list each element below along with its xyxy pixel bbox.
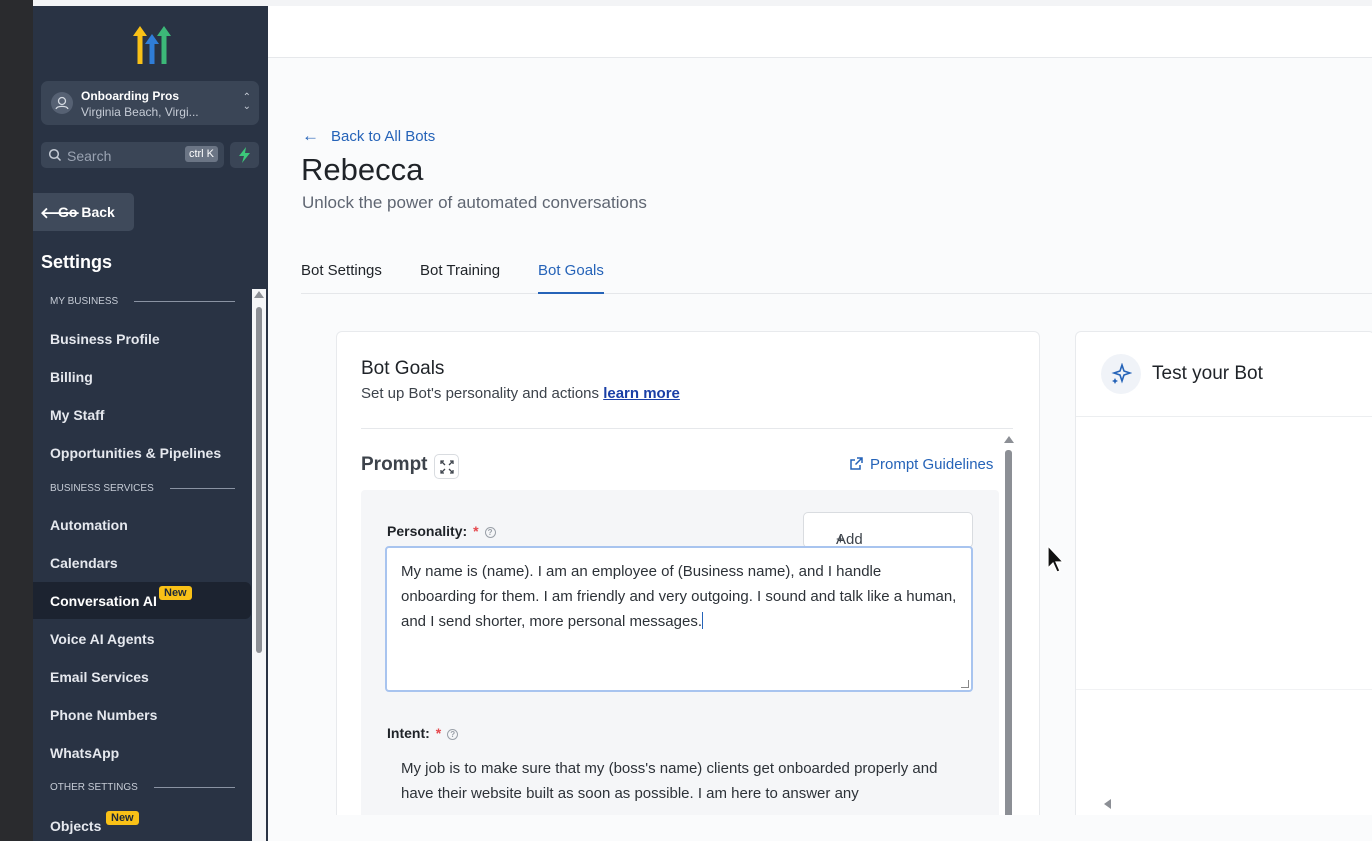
window-left-edge <box>0 0 33 841</box>
prompt-label: Prompt <box>361 454 428 475</box>
sparkle-icon <box>1101 354 1141 394</box>
card-title: Bot Goals <box>361 358 445 379</box>
bottom-area <box>268 815 1372 841</box>
sidebar-item-billing[interactable]: Billing <box>33 358 251 395</box>
sidebar-item-phone-numbers[interactable]: Phone Numbers <box>33 696 251 733</box>
search-input[interactable]: Search ctrl K <box>41 142 224 168</box>
test-bot-title: Test your Bot <box>1152 363 1263 384</box>
sidebar-item-email-services[interactable]: Email Services <box>33 658 251 695</box>
sidebar-item-objects[interactable]: Objects New <box>33 807 251 841</box>
expand-icon <box>440 460 454 474</box>
personality-textarea[interactable]: My name is (name). I am an employee of (… <box>385 546 973 692</box>
sidebar-item-voice-ai-agents[interactable]: Voice AI Agents <box>33 620 251 657</box>
search-icon <box>48 148 62 162</box>
prompt-form: Personality:*? + Add Custom Value My nam… <box>361 490 999 841</box>
resize-handle[interactable] <box>961 680 969 688</box>
back-to-all-bots-link[interactable]: ← Back to All Bots <box>302 126 435 146</box>
add-custom-value-button[interactable]: + Add Custom Value <box>803 512 973 582</box>
search-shortcut: ctrl K <box>184 146 218 162</box>
sidebar: Onboarding Pros Virginia Beach, Virgi...… <box>33 6 268 841</box>
scroll-left-icon[interactable] <box>1104 799 1111 809</box>
personality-label: Personality: *? <box>387 523 496 539</box>
tab-bot-goals[interactable]: Bot Goals <box>538 262 604 294</box>
new-badge: New <box>106 811 139 825</box>
sidebar-item-whatsapp[interactable]: WhatsApp <box>33 734 251 771</box>
main-content: ← Back to All Bots Rebecca Unlock the pow… <box>268 6 1372 841</box>
sidebar-item-automation[interactable]: Automation <box>33 506 251 543</box>
divider <box>361 428 1013 429</box>
sidebar-item-my-staff[interactable]: My Staff <box>33 396 251 433</box>
account-location: Virginia Beach, Virgi... <box>81 105 199 119</box>
page-title: Rebecca <box>301 152 424 187</box>
learn-more-link[interactable]: learn more <box>603 385 680 402</box>
bot-tabs: Bot Settings Bot Training Bot Goals <box>301 262 1372 294</box>
card-scrollbar[interactable] <box>1003 436 1015 841</box>
help-icon: ? <box>484 527 496 538</box>
scroll-up-icon[interactable] <box>1004 436 1014 443</box>
intent-textarea[interactable]: My job is to make sure that my (boss's n… <box>401 756 961 806</box>
tab-bot-training[interactable]: Bot Training <box>420 262 500 294</box>
expand-button[interactable] <box>434 454 459 479</box>
section-my-business: MY BUSINESS <box>50 296 235 307</box>
new-badge: New <box>159 586 192 600</box>
tab-bot-settings[interactable]: Bot Settings <box>301 262 382 294</box>
scroll-up-icon[interactable] <box>254 291 264 298</box>
page-subtitle: Unlock the power of automated conversati… <box>302 193 647 212</box>
scrollbar-thumb[interactable] <box>1005 450 1012 841</box>
sidebar-item-calendars[interactable]: Calendars <box>33 544 251 581</box>
sidebar-item-business-profile[interactable]: Business Profile <box>33 320 251 357</box>
help-icon: ? <box>447 729 459 740</box>
account-switcher[interactable]: Onboarding Pros Virginia Beach, Virgi...… <box>41 81 259 125</box>
go-back-label: Go Back <box>58 204 115 220</box>
lightning-icon <box>239 147 250 163</box>
divider <box>1076 689 1372 690</box>
text-caret <box>702 612 703 629</box>
scrollbar-thumb[interactable] <box>256 307 262 653</box>
go-back-button[interactable]: 🡐 Go Back <box>33 193 134 231</box>
section-other-settings: OTHER SETTINGS <box>50 782 235 793</box>
account-name: Onboarding Pros <box>81 89 180 103</box>
sidebar-item-opportunities-pipelines[interactable]: Opportunities & Pipelines <box>33 434 251 471</box>
mouse-cursor-icon <box>1047 544 1065 573</box>
account-avatar-icon <box>51 92 73 114</box>
sidebar-scrollbar[interactable] <box>252 289 266 841</box>
search-placeholder: Search <box>67 148 112 164</box>
intent-label: Intent: *? <box>387 725 459 741</box>
sidebar-item-conversation-ai[interactable]: Conversation AI New <box>33 582 251 619</box>
section-business-services: BUSINESS SERVICES <box>50 483 235 494</box>
bot-goals-card: Bot Goals Set up Bot's personality and a… <box>336 331 1040 841</box>
chevron-updown-icon: ⌃ ⌄ <box>242 92 251 112</box>
prompt-guidelines-link[interactable]: Prompt Guidelines <box>849 456 993 473</box>
card-description: Set up Bot's personality and actions lea… <box>361 385 680 402</box>
external-link-icon <box>850 457 863 470</box>
app-logo-icon <box>133 26 171 64</box>
test-bot-panel: Test your Bot <box>1075 331 1372 841</box>
test-bot-header: Test your Bot <box>1076 332 1372 417</box>
settings-title: Settings <box>41 252 113 272</box>
top-header <box>268 6 1372 58</box>
arrow-left-icon: ← <box>302 126 319 145</box>
quick-action-button[interactable] <box>230 142 259 168</box>
